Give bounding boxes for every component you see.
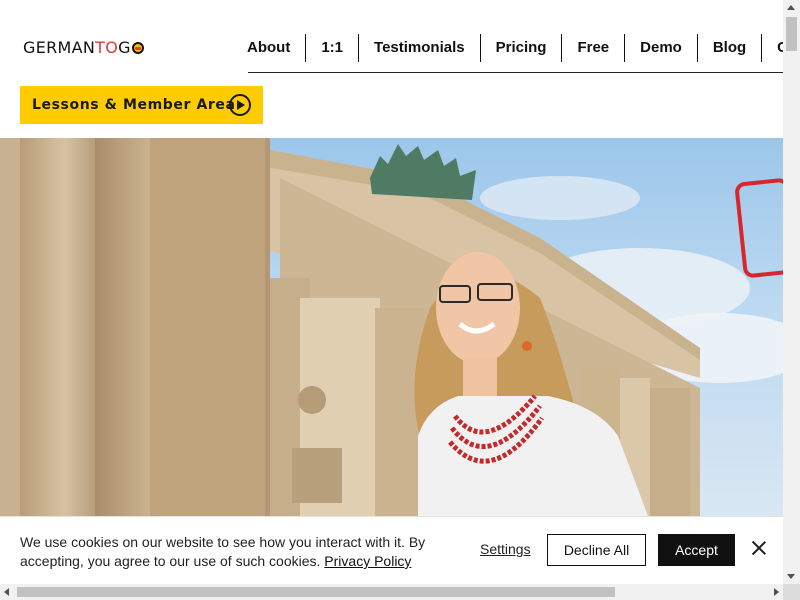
vertical-scroll-thumb[interactable] [786,17,797,51]
play-circle-icon [229,94,251,116]
nav-item-pricing[interactable]: Pricing [481,34,563,62]
logo-text-g: G [118,38,131,57]
nav-item-blog[interactable]: Blog [698,34,763,62]
nav-item-testimonials[interactable]: Testimonials [359,34,481,62]
privacy-policy-link[interactable]: Privacy Policy [324,553,411,569]
nav-item-one-to-one[interactable]: 1:1 [306,34,360,62]
cookie-banner: We use cookies on our website to see how… [0,516,783,584]
decline-all-button[interactable]: Decline All [547,534,646,566]
logo-text-to: TO [95,38,119,57]
horizontal-scroll-thumb[interactable] [17,587,615,597]
scroll-left-icon[interactable] [4,588,9,596]
nav-divider [248,72,788,73]
vertical-scrollbar[interactable] [783,0,800,584]
scrollbar-corner [783,584,800,600]
lessons-member-area-button[interactable]: Lessons & Member Area [20,86,263,124]
hero-photo-illustration [0,138,783,516]
nav-item-free[interactable]: Free [562,34,626,62]
logo-o-icon [131,41,144,54]
scroll-down-icon[interactable] [787,574,795,579]
scroll-up-icon[interactable] [787,5,795,10]
site-header: GERMAN TO G About 1:1 Testimonials Pricing… [0,0,800,138]
cta-label: Lessons & Member Area [32,97,236,113]
cookie-message: We use cookies on our website to see how… [20,533,450,571]
main-nav: About 1:1 Testimonials Pricing Free Demo… [232,34,800,62]
horizontal-scrollbar[interactable] [0,584,783,600]
page: GERMAN TO G About 1:1 Testimonials Pricing… [0,0,800,600]
logo-text-german: GERMAN [23,38,96,57]
hero-image [0,138,783,516]
close-icon[interactable] [750,539,768,557]
nav-item-about[interactable]: About [232,34,307,62]
nav-item-demo[interactable]: Demo [625,34,698,62]
scroll-right-icon[interactable] [774,588,779,596]
cookie-settings-button[interactable]: Settings [480,541,531,557]
accept-button[interactable]: Accept [658,534,735,566]
site-logo[interactable]: GERMAN TO G [23,38,144,57]
